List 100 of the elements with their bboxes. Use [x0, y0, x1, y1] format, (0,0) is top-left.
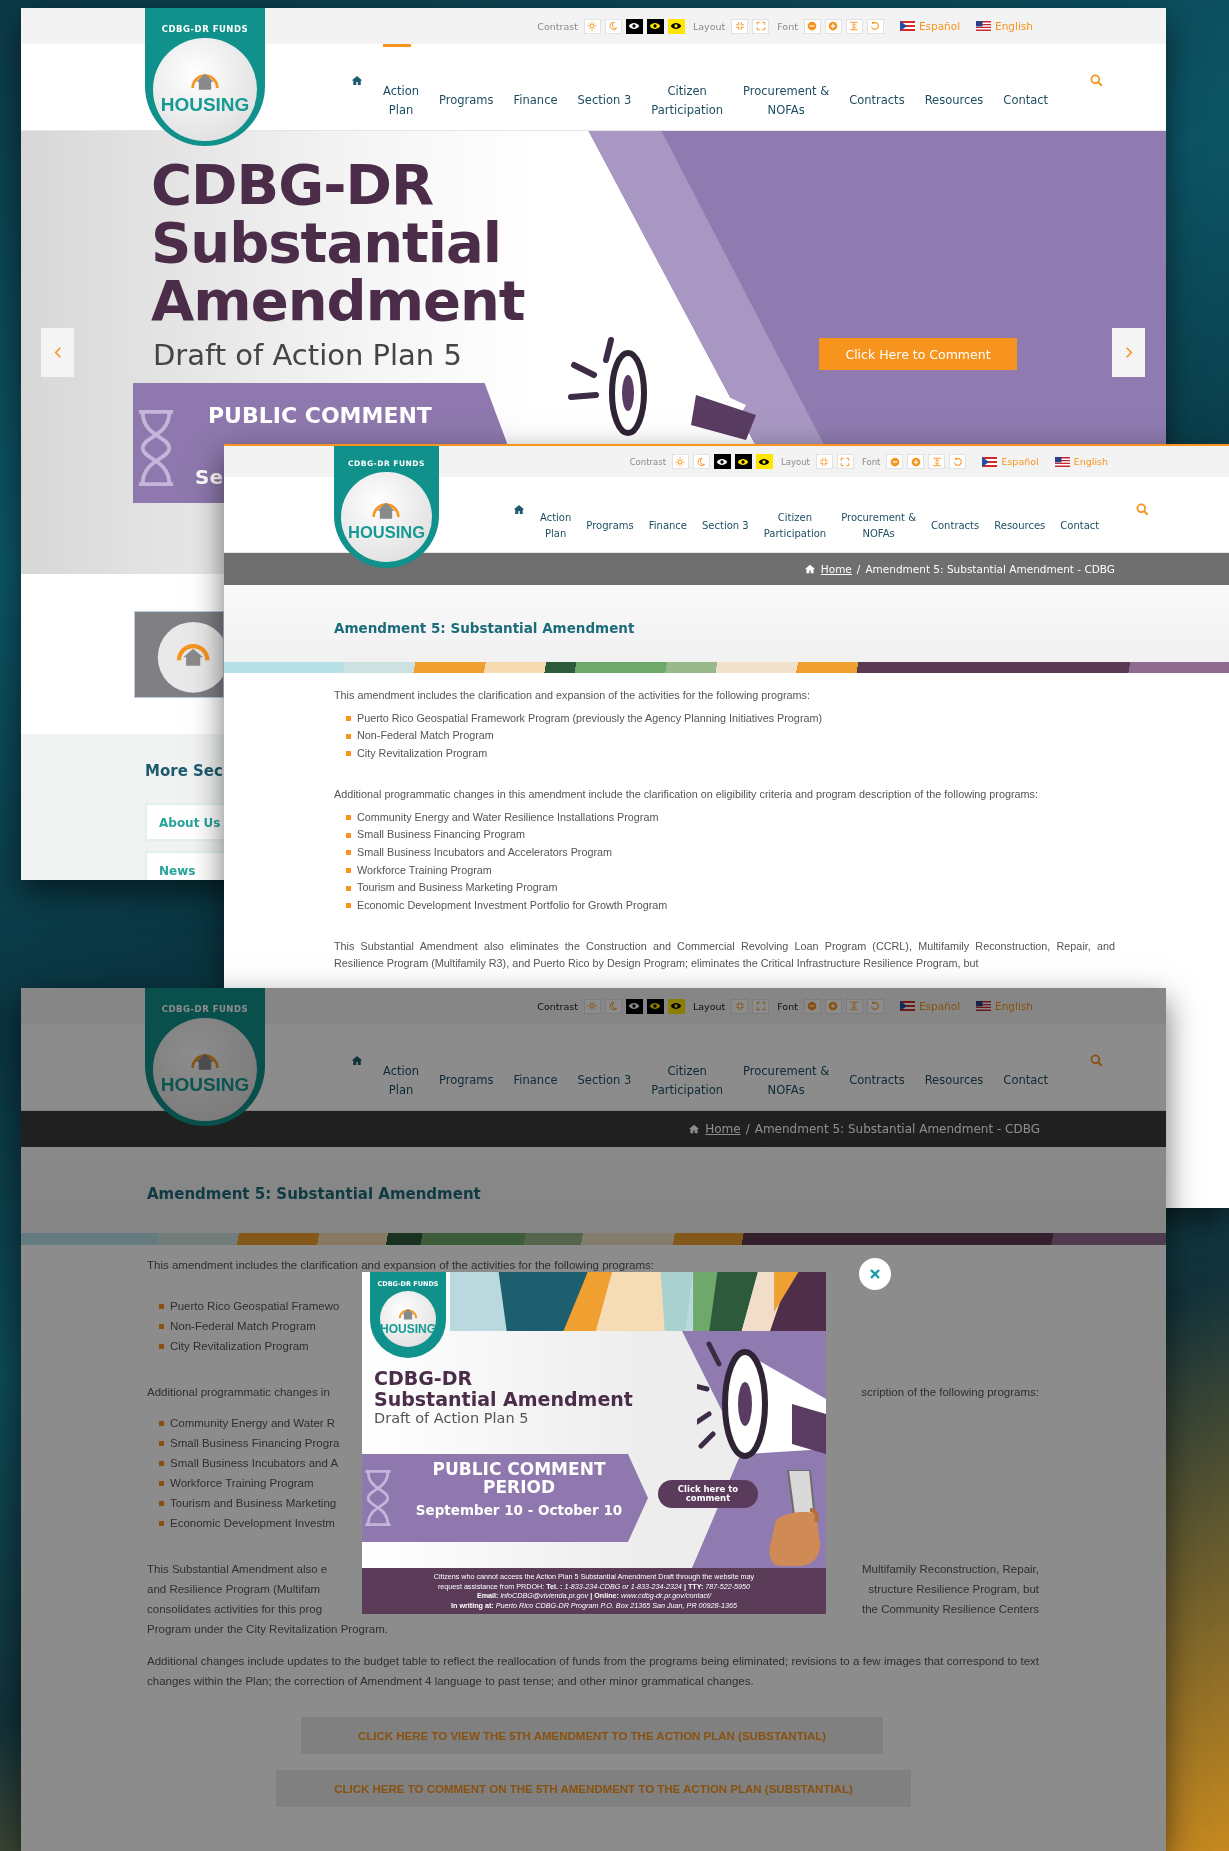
nav-item[interactable]: Contact	[1060, 477, 1100, 552]
wide-layout-button[interactable]	[836, 454, 854, 469]
text-height-button[interactable]	[845, 18, 863, 34]
section-link[interactable]: News	[145, 851, 224, 880]
breadcrumb-link[interactable]: Home	[820, 563, 852, 575]
nav-item[interactable]: Resources	[924, 1024, 984, 1110]
nav-item[interactable]: Programs	[439, 44, 494, 130]
nav-item[interactable]: Section 3	[577, 1024, 632, 1110]
page-title: Amendment 5: Substantial Amendment	[147, 1185, 481, 1203]
collapse-icon	[819, 456, 830, 467]
page-title: Amendment 5: Substantial Amendment	[334, 619, 635, 636]
wide-layout-button[interactable]	[752, 18, 770, 34]
moon-icon	[608, 1001, 619, 1011]
high-contrast-button[interactable]	[625, 998, 643, 1014]
nav-item[interactable]: Finance	[513, 44, 558, 130]
comment-button[interactable]: Click here to comment	[658, 1480, 758, 1508]
paragraph-fragment: This Substantial Amendment also e	[147, 1562, 328, 1577]
home-icon	[351, 75, 363, 86]
breadcrumb-current: Amendment 5: Substantial Amendment - CDBG	[754, 1122, 1040, 1136]
contrast-label: Contrast	[629, 456, 666, 467]
eye-icon	[758, 457, 771, 466]
increase-font-button[interactable]	[824, 998, 842, 1014]
decrease-font-button[interactable]	[803, 998, 821, 1014]
eye-icon	[628, 22, 641, 30]
light-contrast-button[interactable]	[583, 18, 601, 34]
program-item: Non-Federal Match Program	[346, 727, 1115, 746]
paragraph: Additional programmatic changes in this amendment include the clarification on eligibility criteria and program description of the following programs:	[334, 786, 1039, 802]
nav-item[interactable]: Contracts	[849, 1024, 905, 1110]
increase-font-button[interactable]	[824, 18, 842, 34]
text-height-button[interactable]	[928, 454, 946, 469]
reset-button[interactable]	[866, 998, 884, 1014]
light-contrast-button[interactable]	[672, 454, 689, 469]
nav-item[interactable]: Contact	[1003, 44, 1049, 130]
hero-title: CDBG-DR Substantial Amendment	[151, 156, 526, 330]
wide-layout-button[interactable]	[752, 998, 770, 1014]
increase-font-button[interactable]	[907, 454, 925, 469]
nav-item[interactable]: Procurement & NOFAs	[841, 477, 916, 552]
nav-item[interactable]: Programs	[439, 1024, 494, 1110]
contrast-mode-button[interactable]	[735, 454, 752, 469]
reset-button[interactable]	[949, 454, 967, 469]
nav-item[interactable]: Resources	[924, 44, 984, 130]
text-height-button[interactable]	[845, 998, 863, 1014]
search-icon	[1090, 1054, 1104, 1067]
section-link[interactable]: About Us	[145, 803, 224, 841]
chevron-left-icon	[53, 347, 62, 358]
nav-item[interactable]: Citizen Participation	[651, 1024, 724, 1110]
eye-icon	[649, 1002, 662, 1010]
nav-item[interactable]: Section 3	[577, 44, 632, 130]
nav-item[interactable]: Procurement & NOFAs	[743, 44, 830, 130]
paragraph-fragment: structure Resilience Program, but	[868, 1582, 1039, 1597]
compact-layout-button[interactable]	[815, 454, 833, 469]
nav-item[interactable]: Finance	[513, 1024, 558, 1110]
nav-item[interactable]: Contact	[1003, 1024, 1049, 1110]
paragraph-fragment: and Resilience Program (Multifam	[147, 1582, 321, 1597]
nav-item[interactable]: Citizen Participation	[651, 44, 724, 130]
paragraph-fragment: the Community Resilience Centers	[861, 1602, 1039, 1617]
nav-item[interactable]: Contracts	[849, 44, 905, 130]
compact-layout-button[interactable]	[731, 18, 749, 34]
search-icon	[1136, 503, 1150, 516]
high-contrast-button[interactable]	[714, 454, 731, 469]
program-item: Small Business Financing Program	[346, 826, 1115, 844]
comment-button[interactable]: Click Here to Comment	[819, 338, 1017, 370]
eye-icon	[670, 22, 683, 30]
light-contrast-button[interactable]	[583, 998, 601, 1014]
nav-item[interactable]: Contracts	[931, 477, 980, 552]
nav-item[interactable]: Resources	[994, 477, 1046, 552]
nav-item[interactable]: Programs	[586, 477, 634, 552]
flag-icon	[982, 456, 998, 467]
logo-badge[interactable]: CDBG-DR FUNDS HOUSING	[145, 8, 265, 146]
paragraph: This Substantial Amendment also eliminates the Construction and Commercial Revolving Loan Program (CCRL), Multifamily Reconstruction, Repair, and Resilience Program (Multifamily R3), and Puerto Rico by Design Program; eliminates the Critical Infrastructure Resilience Program, but	[334, 938, 1115, 972]
compact-layout-button[interactable]	[731, 998, 749, 1014]
popup-title: CDBG-DR	[374, 1368, 474, 1388]
nav-item[interactable]: Finance	[648, 477, 687, 552]
high-contrast-button[interactable]	[625, 18, 643, 34]
nav-item[interactable]: Section 3	[702, 477, 749, 552]
chevron-right-icon	[1124, 347, 1133, 358]
text-height-icon	[931, 456, 942, 467]
contrast-mode-button[interactable]	[646, 18, 664, 34]
nav-item[interactable]: Citizen Participation	[763, 477, 827, 552]
nav-item[interactable]: Action Plan	[383, 1024, 420, 1110]
popup-caption: Draft of Action Plan 5	[374, 1410, 530, 1427]
eye-icon	[649, 22, 662, 30]
font-label: Font	[777, 1000, 798, 1012]
banner-title: PUBLIC COMMENT PERIOD	[431, 1460, 607, 1496]
breadcrumb-link[interactable]: Home	[705, 1122, 741, 1136]
paragraph-fragment: scription of the following programs:	[861, 1385, 1039, 1400]
decrease-font-button[interactable]	[886, 454, 904, 469]
text-height-icon	[849, 21, 860, 31]
hourglass-icon	[137, 409, 175, 487]
decrease-font-button[interactable]	[803, 18, 821, 34]
sun-icon	[675, 456, 686, 467]
collapse-icon	[734, 1001, 745, 1011]
logo-caption: CDBG-DR FUNDS	[161, 1004, 249, 1014]
nav-item[interactable]: Action Plan	[540, 477, 572, 552]
flag-icon	[976, 21, 992, 31]
reset-button[interactable]	[866, 18, 884, 34]
eye-icon	[670, 1002, 683, 1010]
nav-item[interactable]: Procurement & NOFAs	[743, 1024, 830, 1110]
breadcrumb-separator: /	[856, 563, 861, 575]
logo-badge[interactable]: CDBG-DR FUNDS HOUSING	[145, 988, 265, 1126]
